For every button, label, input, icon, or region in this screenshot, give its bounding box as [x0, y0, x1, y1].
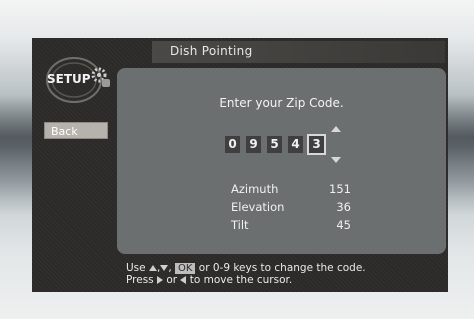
help-move-cursor: to move the cursor.: [189, 274, 293, 286]
info-label: Azimuth: [231, 182, 279, 196]
zip-prompt: Enter your Zip Code.: [219, 96, 344, 110]
help-use: Use: [126, 262, 146, 274]
zip-digit-3[interactable]: 5: [267, 136, 282, 153]
help-change-code: or 0-9 keys to change the code.: [198, 262, 366, 274]
info-value: 36: [336, 200, 351, 214]
info-value: 151: [329, 182, 351, 196]
setup-label: SETUP: [47, 72, 91, 86]
help-line-2: Press or to move the cursor.: [126, 274, 366, 286]
info-value: 45: [336, 218, 351, 232]
info-row-tilt: Tilt 45: [231, 218, 351, 236]
info-row-elevation: Elevation 36: [231, 200, 351, 218]
ok-key-label: OK: [175, 263, 196, 274]
help-or: or: [166, 274, 178, 286]
zip-digit-5[interactable]: 3: [307, 134, 326, 155]
zip-digit-4[interactable]: 4: [288, 136, 303, 153]
zip-digit-1[interactable]: 0: [225, 136, 240, 153]
info-label: Tilt: [231, 218, 249, 232]
arrow-down-icon[interactable]: [331, 157, 341, 163]
arrow-down-icon: [160, 265, 169, 271]
zip-digit-2[interactable]: 9: [246, 136, 261, 153]
arrow-right-icon: [156, 276, 163, 284]
page-title: Dish Pointing: [170, 44, 253, 58]
content-area: Enter your Zip Code. 0 9 5 4 3 Azimuth 1…: [117, 68, 446, 254]
arrow-up-icon: [148, 265, 157, 271]
info-row-azimuth: Azimuth 151: [231, 182, 351, 200]
help-press: Press: [126, 274, 154, 286]
back-button[interactable]: Back: [44, 122, 108, 139]
help-line-1: Use ,, OK or 0-9 keys to change the code…: [126, 262, 366, 274]
zip-code-input[interactable]: 0 9 5 4 3: [225, 134, 326, 155]
arrow-up-icon[interactable]: [331, 126, 341, 132]
pointing-info: Azimuth 151 Elevation 36 Tilt 45: [231, 182, 351, 236]
setup-gear-icon: [91, 67, 110, 87]
info-label: Elevation: [231, 200, 285, 214]
arrow-left-icon: [180, 276, 187, 284]
help-text: Use ,, OK or 0-9 keys to change the code…: [126, 262, 366, 286]
